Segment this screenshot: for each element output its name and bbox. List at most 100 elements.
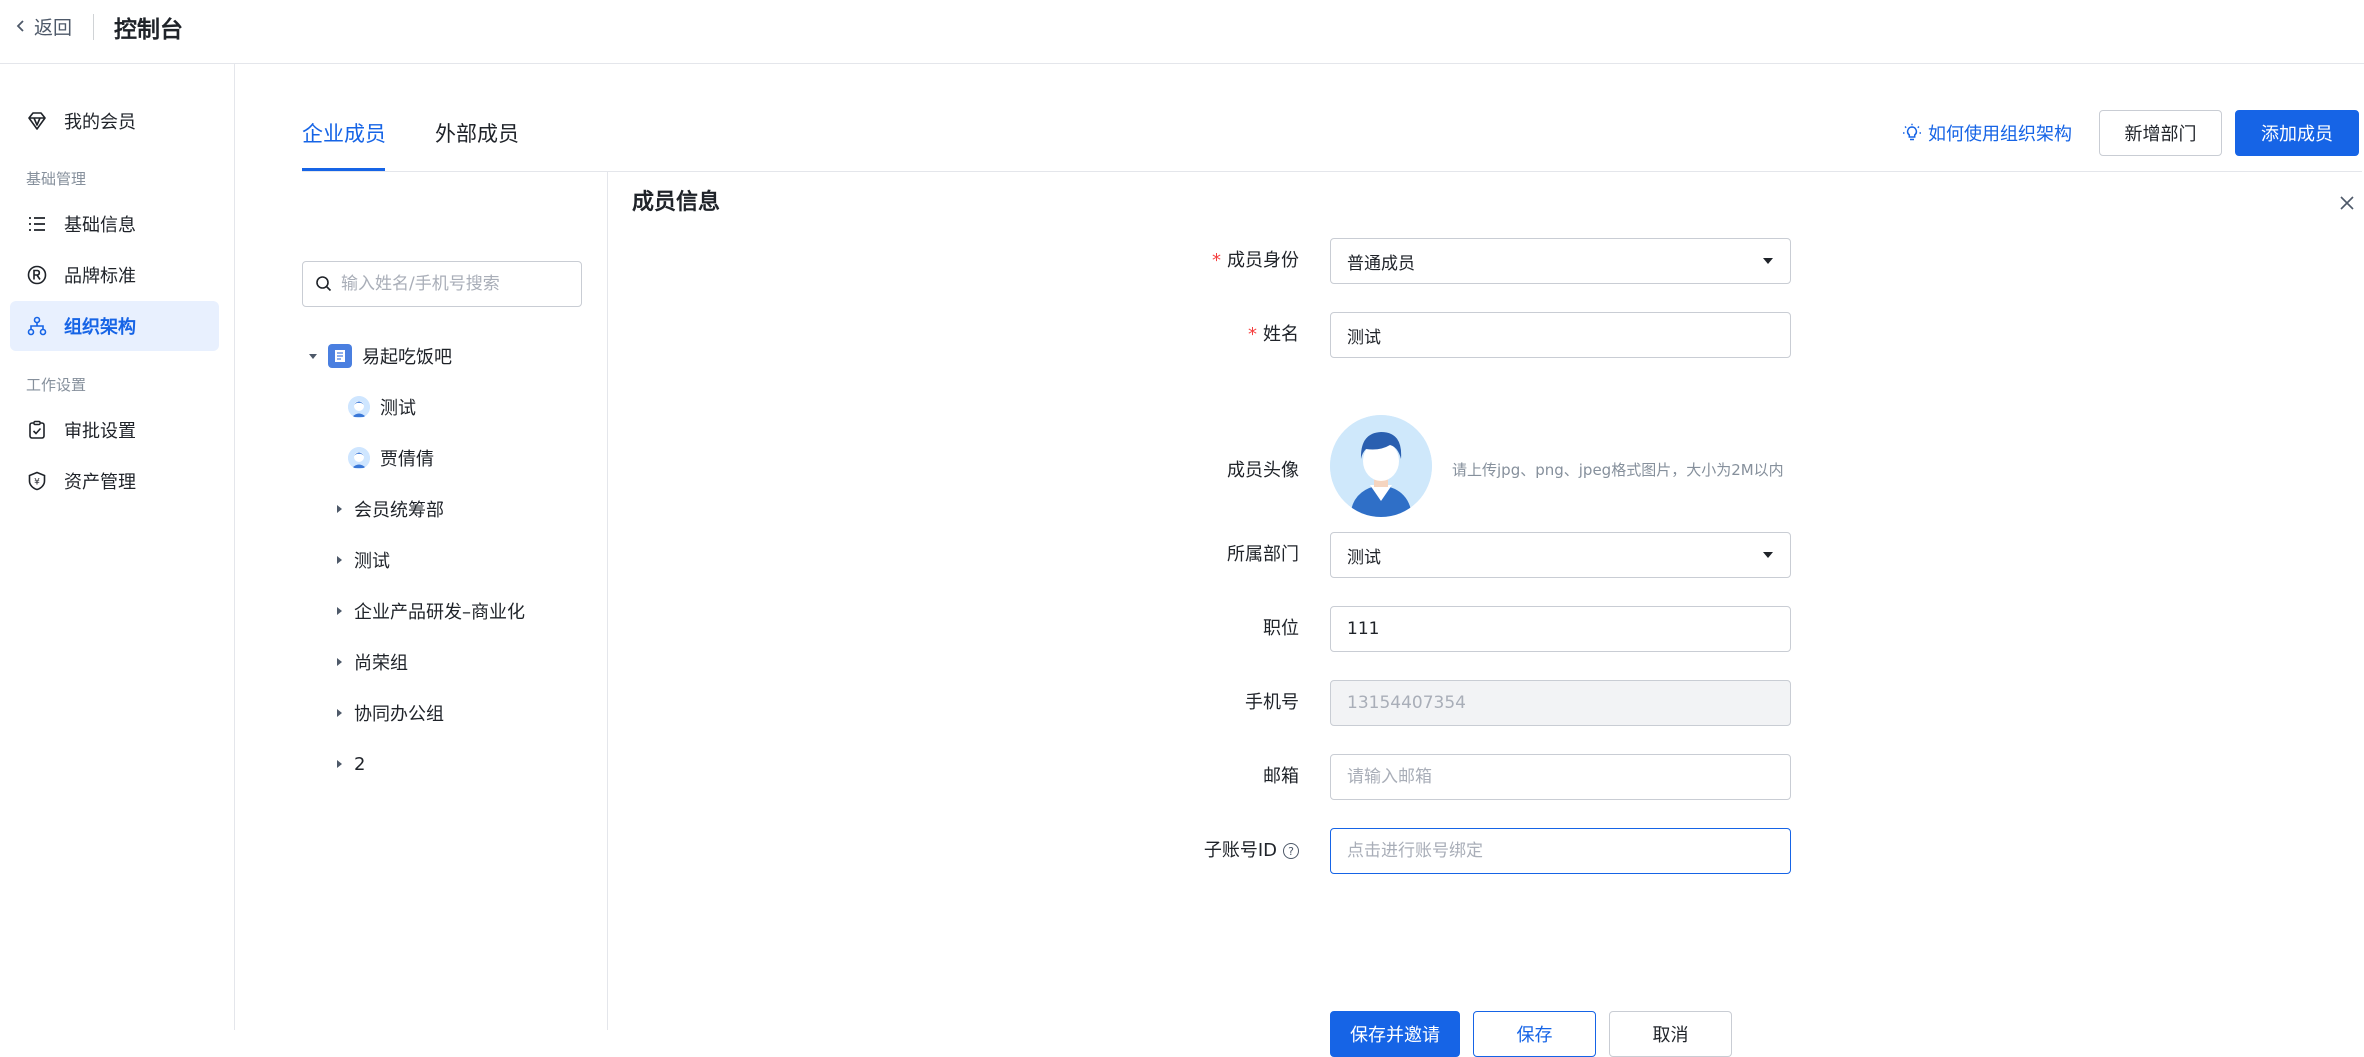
subaccount-input[interactable] [1347, 841, 1767, 861]
user-avatar-icon [348, 447, 370, 469]
form-title: 成员信息 [632, 190, 721, 215]
position-label: 职位 [1263, 618, 1299, 639]
search-input[interactable] [341, 274, 571, 294]
tree-department-label: 企业产品研发–商业化 [354, 602, 525, 623]
avatar-upload[interactable] [1330, 415, 1432, 517]
sidebar-item-org[interactable]: 组织架构 [10, 301, 219, 351]
subaccount-field[interactable] [1330, 828, 1791, 874]
caret-right-icon [337, 760, 342, 768]
user-avatar-icon [348, 396, 370, 418]
new-department-button[interactable]: 新增部门 [2099, 110, 2222, 156]
tree-department-node[interactable]: 会员统筹部 [334, 492, 444, 526]
tree-member-node[interactable]: 贾倩倩 [348, 441, 434, 475]
tree-department-node[interactable]: 协同办公组 [334, 696, 444, 730]
tree-member-node[interactable]: 测试 [348, 390, 416, 424]
shield-icon: ¥ [28, 471, 46, 491]
identity-label: * 成员身份 [1212, 250, 1299, 271]
member-search[interactable] [302, 261, 582, 307]
phone-field [1330, 680, 1791, 726]
back-button[interactable]: 返回 [14, 12, 72, 40]
main-content: 企业成员 外部成员 如何使用组织架构 新增部门 添加成员 易起吃饭吧 测试 [236, 64, 2364, 1057]
tree-department-node[interactable]: 测试 [334, 543, 390, 577]
dept-select[interactable]: 测试 [1330, 532, 1791, 578]
cancel-button[interactable]: 取消 [1609, 1011, 1732, 1057]
tree-member-label: 贾倩倩 [380, 449, 434, 470]
caret-right-icon [337, 505, 342, 513]
chevron-left-icon [16, 20, 24, 32]
tree-department-label: 会员统筹部 [354, 500, 444, 521]
tree-department-node[interactable]: 企业产品研发–商业化 [334, 594, 525, 628]
sidebar-group-work: 工作设置 [26, 376, 87, 394]
sidebar-item-label: 审批设置 [64, 421, 136, 442]
caret-down-icon [1763, 258, 1773, 264]
caret-down-icon [1763, 552, 1773, 558]
phone-input [1347, 693, 1767, 713]
tree-department-label: 尚荣组 [354, 653, 408, 674]
caret-right-icon [337, 709, 342, 717]
dept-label: 所属部门 [1227, 544, 1299, 565]
tab-external-members[interactable]: 外部成员 [435, 118, 519, 148]
org-chart-icon [27, 316, 47, 336]
tree-root-node[interactable]: 易起吃饭吧 [308, 339, 452, 373]
name-label: * 姓名 [1248, 324, 1299, 345]
user-avatar-icon [1330, 415, 1432, 517]
position-input[interactable] [1347, 619, 1767, 639]
diamond-icon [28, 112, 46, 130]
add-member-button[interactable]: 添加成员 [2235, 110, 2359, 156]
sidebar-item-basic-info[interactable]: 基础信息 [10, 199, 219, 249]
tree-department-label: 2 [354, 753, 366, 775]
registered-icon [27, 265, 47, 285]
sidebar-item-label: 我的会员 [64, 112, 136, 133]
top-bar: 返回 控制台 [0, 0, 2364, 64]
tree-department-node[interactable]: 2 [334, 747, 365, 781]
tree-department-node[interactable]: 尚荣组 [334, 645, 408, 679]
question-icon[interactable]: ? [1283, 843, 1299, 859]
search-icon [316, 276, 332, 292]
caret-right-icon [337, 556, 342, 564]
save-button[interactable]: 保存 [1473, 1011, 1596, 1057]
tree-department-label: 协同办公组 [354, 704, 444, 725]
name-input[interactable] [1347, 325, 1767, 345]
sidebar-item-approval[interactable]: 审批设置 [10, 405, 219, 455]
help-link-label: 如何使用组织架构 [1928, 124, 2072, 145]
phone-label: 手机号 [1245, 692, 1299, 713]
list-icon [29, 217, 45, 231]
sidebar: 我的会员 基础管理 基础信息 品牌标准 组织架构 工作设置 审批设置 ¥ 资产管… [0, 64, 235, 1030]
sidebar-item-assets[interactable]: ¥ 资产管理 [10, 456, 219, 506]
sidebar-item-membership[interactable]: 我的会员 [10, 96, 219, 146]
email-field[interactable] [1330, 754, 1791, 800]
svg-text:¥: ¥ [34, 478, 40, 488]
avatar-upload-hint: 请上传jpg、png、jpeg格式图片，大小为2M以内 [1452, 461, 1784, 479]
caret-right-icon [337, 658, 342, 666]
position-field[interactable] [1330, 606, 1791, 652]
close-icon[interactable] [2336, 192, 2358, 214]
sidebar-item-label: 组织架构 [64, 317, 136, 338]
lightbulb-icon [1903, 123, 1921, 141]
identity-select[interactable]: 普通成员 [1330, 238, 1791, 284]
member-info-panel: 成员信息 *成员身份 普通成员 *姓名 成员头像 请上传jpg、png、jpeg… [609, 172, 2364, 1057]
sidebar-item-label: 基础信息 [64, 215, 136, 236]
sidebar-item-label: 资产管理 [64, 472, 136, 493]
tree-root-label: 易起吃饭吧 [362, 347, 452, 368]
email-input[interactable] [1347, 767, 1767, 787]
divider [93, 14, 94, 40]
email-label: 邮箱 [1263, 766, 1299, 787]
organization-icon [328, 344, 352, 368]
sidebar-item-brand[interactable]: 品牌标准 [10, 250, 219, 300]
back-label: 返回 [34, 16, 73, 39]
org-tree-panel: 易起吃饭吧 测试 贾倩倩 会员统筹部 测试 企业产品研发–商业化 [302, 172, 608, 1030]
identity-value: 普通成员 [1347, 253, 1415, 274]
dept-value: 测试 [1347, 547, 1381, 568]
tab-internal-members[interactable]: 企业成员 [302, 118, 386, 148]
help-link[interactable]: 如何使用组织架构 [1902, 120, 2072, 146]
subaccount-label: 子账号ID? [1059, 836, 1299, 862]
caret-right-icon [337, 607, 342, 615]
save-and-invite-button[interactable]: 保存并邀请 [1330, 1011, 1460, 1057]
tree-member-label: 测试 [380, 398, 416, 419]
clipboard-check-icon [29, 420, 45, 439]
name-field[interactable] [1330, 312, 1791, 358]
avatar-label: 成员头像 [1227, 460, 1299, 481]
sidebar-group-basic: 基础管理 [26, 170, 87, 188]
sidebar-item-label: 品牌标准 [64, 266, 136, 287]
caret-down-icon [309, 354, 317, 359]
